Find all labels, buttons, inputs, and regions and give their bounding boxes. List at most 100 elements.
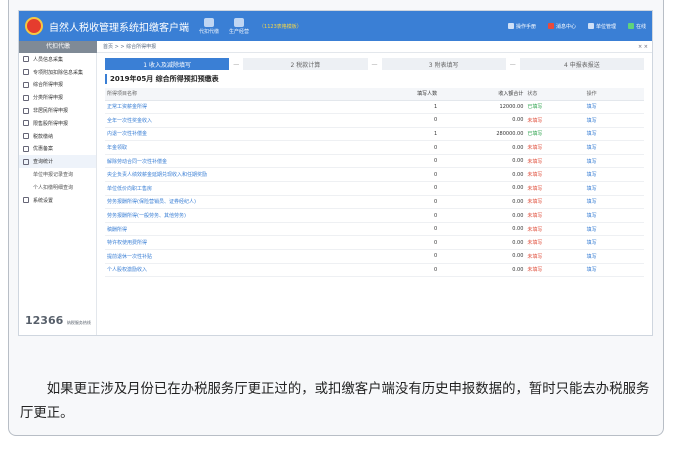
fill-link[interactable]: 填写 xyxy=(584,113,644,128)
cell-count: 0 xyxy=(385,222,440,237)
online-status[interactable]: 在线 xyxy=(628,23,646,30)
hotline-label: 纳税服务热线 xyxy=(66,320,91,325)
fill-link[interactable]: 填写 xyxy=(584,263,644,278)
table-row: 全年一次性奖金收入 0 0.00 未填写 填写 xyxy=(105,113,644,128)
fill-link[interactable]: 填写 xyxy=(584,167,644,183)
income-item-name[interactable]: 央企负责人绩效薪金延期兑现收入和任期奖励 xyxy=(105,167,386,183)
menu-icon xyxy=(23,94,29,101)
table-row: 内退一次性补偿金 1 280000.00 已填写 填写 xyxy=(105,127,644,142)
header-actions: 操作手册 消息中心 单位管理 在线 xyxy=(508,23,646,30)
cell-count: 0 xyxy=(385,140,440,155)
topnav-business[interactable]: 生产经营 xyxy=(229,17,249,35)
sidebar-item[interactable]: 非居民所得申报 xyxy=(19,104,96,117)
cell-count: 0 xyxy=(385,167,440,183)
income-item-name[interactable]: 劳务报酬所得(保险营销员、证券经纪人) xyxy=(105,195,386,210)
sidebar-item[interactable]: 系统设置 xyxy=(19,194,96,207)
cell-amount: 0.00 xyxy=(439,140,526,155)
income-item-name[interactable]: 正常工资薪金所得 xyxy=(105,100,386,115)
sidebar-item-label: 综合所得申报 xyxy=(33,82,64,89)
sidebar-item[interactable]: 限售股所得申报 xyxy=(19,117,96,130)
breadcrumb-bar: 代扣代缴 首页 > > 综合所得申报 × × xyxy=(19,40,652,53)
menu-icon xyxy=(23,69,29,76)
fill-link[interactable]: 填写 xyxy=(584,100,644,115)
table-header: 所得项目名称 填写人数 收入额合计 状态 操作 xyxy=(105,88,644,101)
income-item-name[interactable]: 解除劳动合同一次性补偿金 xyxy=(105,154,386,169)
cell-count: 0 xyxy=(385,195,440,210)
fill-link[interactable]: 填写 xyxy=(584,208,644,223)
table-row: 劳务报酬所得(一般劳务、其他劳务) 0 0.00 未填写 填写 xyxy=(105,208,644,223)
cell-count: 1 xyxy=(385,100,440,115)
sidebar-item[interactable]: 分类所得申报 xyxy=(19,91,96,104)
sidebar-item[interactable]: 单位申报记录查询 xyxy=(19,168,96,181)
sidebar-header: 代扣代缴 xyxy=(19,40,97,53)
income-item-name[interactable]: 全年一次性奖金收入 xyxy=(105,113,386,128)
status-badge: 已填写 xyxy=(525,127,585,142)
income-item-name[interactable]: 稿酬所得 xyxy=(105,222,386,237)
message-center-link[interactable]: 消息中心 xyxy=(548,23,576,30)
tab-close-icon[interactable]: × × xyxy=(638,44,652,50)
app-header: 自然人税收管理系统扣缴客户端 代扣代缴 生产经营 （1123表格模板） 操作手册… xyxy=(19,11,652,41)
manual-link[interactable]: 操作手册 xyxy=(508,23,536,30)
step-tax-calc[interactable]: 2 税款计算 xyxy=(243,58,368,70)
fill-link[interactable]: 填写 xyxy=(584,235,644,251)
status-badge: 未填写 xyxy=(525,113,585,128)
sidebar-item-label: 非居民所得申报 xyxy=(33,108,69,115)
income-item-name[interactable]: 个人股权激励收入 xyxy=(105,263,386,278)
sidebar-item-label: 系统设置 xyxy=(33,197,54,204)
step-income[interactable]: 1 收入及减除填写 xyxy=(105,58,230,70)
sidebar-item-label: 分类所得申报 xyxy=(33,95,64,102)
fill-link[interactable]: 填写 xyxy=(584,127,644,142)
cell-amount: 0.00 xyxy=(439,235,526,251)
cell-amount: 0.00 xyxy=(439,154,526,169)
app-title: 自然人税收管理系统扣缴客户端 xyxy=(49,22,189,34)
status-badge: 未填写 xyxy=(525,167,585,183)
unit-management-link[interactable]: 单位管理 xyxy=(588,23,616,30)
income-item-name[interactable]: 内退一次性补偿金 xyxy=(105,127,386,142)
step-attachments[interactable]: 3 附表填写 xyxy=(381,58,506,70)
fill-link[interactable]: 填写 xyxy=(584,222,644,237)
menu-icon xyxy=(23,197,29,204)
sidebar-item-label: 查询统计 xyxy=(33,159,54,166)
income-item-name[interactable]: 劳务报酬所得(一般劳务、其他劳务) xyxy=(105,208,386,223)
cell-count: 0 xyxy=(385,181,440,196)
table-row: 年金领取 0 0.00 未填写 填写 xyxy=(105,140,644,155)
col-action: 操作 xyxy=(584,88,644,101)
status-badge: 未填写 xyxy=(525,154,585,169)
menu-icon xyxy=(23,107,29,114)
sidebar-item[interactable]: 查询统计 xyxy=(19,155,96,169)
cell-count: 0 xyxy=(385,208,440,223)
sidebar-item[interactable]: 专项附加扣除信息采集 xyxy=(19,66,96,79)
income-item-name[interactable]: 特许权使用费所得 xyxy=(105,235,386,251)
cell-count: 0 xyxy=(385,263,440,278)
period-title: 2019年05月 综合所得预扣预缴表 xyxy=(105,74,644,84)
sidebar-item[interactable]: 优惠备案 xyxy=(19,143,96,156)
fill-link[interactable]: 填写 xyxy=(584,154,644,169)
income-item-name[interactable]: 提前退休一次性补贴 xyxy=(105,249,386,264)
table-row: 稿酬所得 0 0.00 未填写 填写 xyxy=(105,222,644,237)
fill-link[interactable]: 填写 xyxy=(584,140,644,155)
sidebar-item-label: 单位申报记录查询 xyxy=(33,172,74,179)
income-table: 所得项目名称 填写人数 收入额合计 状态 操作 正常工资薪金所得 1 12000.0… xyxy=(105,88,644,278)
sidebar-item[interactable]: 综合所得申报 xyxy=(19,79,96,92)
fill-link[interactable]: 填写 xyxy=(584,195,644,210)
cell-amount: 0.00 xyxy=(439,249,526,264)
step-submit[interactable]: 4 申报表报送 xyxy=(519,58,644,70)
sidebar-item-label: 税款缴纳 xyxy=(33,133,54,140)
sidebar-item[interactable]: 人员信息采集 xyxy=(19,53,96,66)
fill-link[interactable]: 填写 xyxy=(584,249,644,264)
status-badge: 未填写 xyxy=(525,235,585,251)
sidebar-item-label: 专项附加扣除信息采集 xyxy=(33,69,84,76)
cell-amount: 0.00 xyxy=(439,181,526,196)
cell-amount: 12000.00 xyxy=(439,100,526,115)
article-paragraph: 如果更正涉及月份已在办税服务厅更正过的，或扣缴客户端没有历史申报数据的，暂时只能… xyxy=(20,382,650,421)
topnav-withholding[interactable]: 代扣代缴 xyxy=(199,17,219,35)
fill-link[interactable]: 填写 xyxy=(584,181,644,196)
hotline: 12366 纳税服务热线 xyxy=(25,314,91,327)
sidebar: 人员信息采集专项附加扣除信息采集 综合所得申报 分类所得申报 非居民所得申报限售股所得… xyxy=(19,53,97,335)
income-item-name[interactable]: 年金领取 xyxy=(105,140,386,155)
status-badge: 未填写 xyxy=(525,249,585,264)
income-item-name[interactable]: 单位低价向职工售房 xyxy=(105,181,386,196)
sidebar-item[interactable]: 个人扣缴明细查询 xyxy=(19,181,96,194)
breadcrumb[interactable]: 首页 > > 综合所得申报 xyxy=(97,43,156,50)
sidebar-item[interactable]: 税款缴纳 xyxy=(19,130,96,143)
